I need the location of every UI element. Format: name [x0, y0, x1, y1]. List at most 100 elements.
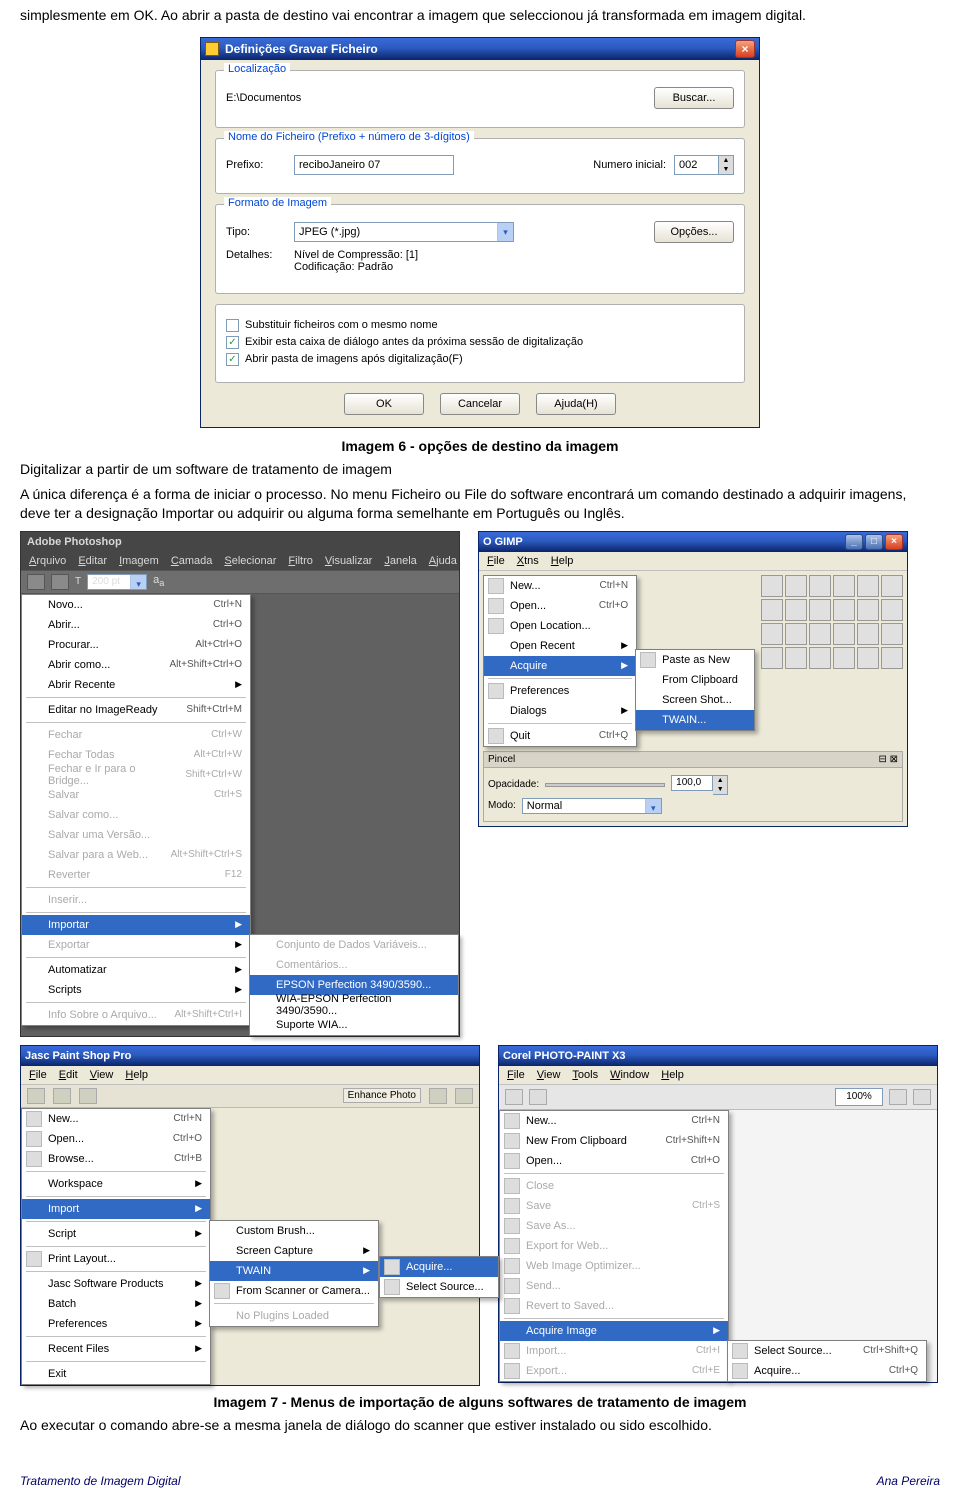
type-combo[interactable]: JPEG (*.jpg) ▾: [294, 222, 514, 242]
corel-zoom[interactable]: 100%: [835, 1088, 883, 1106]
prefix-input[interactable]: [294, 155, 454, 175]
cancel-button[interactable]: Cancelar: [440, 393, 520, 415]
menu-item[interactable]: Script▶: [22, 1224, 210, 1244]
minimize-icon[interactable]: _: [845, 534, 863, 550]
menubar-item[interactable]: Visualizar: [325, 555, 373, 567]
menu-item[interactable]: Open...Ctrl+O: [484, 596, 636, 616]
menu-item[interactable]: TWAIN▶: [210, 1261, 378, 1281]
corel-tool-icon[interactable]: [913, 1089, 931, 1105]
gimp-tool-icon[interactable]: [761, 575, 783, 597]
menu-item[interactable]: Open...Ctrl+O: [500, 1151, 728, 1171]
menubar-item[interactable]: Help: [125, 1069, 148, 1081]
menu-item[interactable]: Acquire▶: [484, 656, 636, 676]
gimp-tool-icon[interactable]: [833, 623, 855, 645]
menu-item[interactable]: Suporte WIA...: [250, 1015, 458, 1035]
ps-tool-icon[interactable]: [51, 574, 69, 590]
menu-item[interactable]: From Scanner or Camera...: [210, 1281, 378, 1301]
checkbox-replace[interactable]: [226, 319, 239, 332]
menu-item[interactable]: EPSON Perfection 3490/3590...: [250, 975, 458, 995]
gimp-tool-icon[interactable]: [881, 623, 903, 645]
menubar-item[interactable]: Edit: [59, 1069, 78, 1081]
menu-item[interactable]: Automatizar▶: [22, 960, 250, 980]
menubar-item[interactable]: File: [29, 1069, 47, 1081]
menu-item[interactable]: Procurar...Alt+Ctrl+O: [22, 635, 250, 655]
gimp-tool-icon[interactable]: [761, 647, 783, 669]
menu-item[interactable]: Preferences: [484, 681, 636, 701]
menu-item[interactable]: Scripts▶: [22, 980, 250, 1000]
menu-item[interactable]: Open...Ctrl+O: [22, 1129, 210, 1149]
menu-item[interactable]: Browse...Ctrl+B: [22, 1149, 210, 1169]
menubar-item[interactable]: Help: [551, 555, 574, 567]
menubar-item[interactable]: Tools: [572, 1069, 598, 1081]
menubar-item[interactable]: File: [507, 1069, 525, 1081]
gimp-tool-icon[interactable]: [857, 599, 879, 621]
menubar-item[interactable]: File: [487, 555, 505, 567]
psp-enhance-button[interactable]: Enhance Photo: [343, 1088, 421, 1103]
menu-item[interactable]: Abrir Recente▶: [22, 675, 250, 695]
gimp-tool-icon[interactable]: [809, 647, 831, 669]
menu-item[interactable]: Acquire Image▶: [500, 1321, 728, 1341]
corel-tool-icon[interactable]: [529, 1089, 547, 1105]
panel-controls-icon[interactable]: ⊟ ⊠: [878, 754, 898, 765]
browse-button[interactable]: Buscar...: [654, 87, 734, 109]
gimp-tool-icon[interactable]: [785, 647, 807, 669]
close-icon[interactable]: ×: [735, 40, 755, 58]
menu-item[interactable]: Jasc Software Products▶: [22, 1274, 210, 1294]
gimp-tool-icon[interactable]: [881, 647, 903, 669]
checkbox-openfolder[interactable]: ✓: [226, 353, 239, 366]
menu-item[interactable]: Workspace▶: [22, 1174, 210, 1194]
gimp-tool-icon[interactable]: [809, 599, 831, 621]
menubar-item[interactable]: Window: [610, 1069, 649, 1081]
menu-item[interactable]: Screen Shot...: [636, 690, 754, 710]
menubar-item[interactable]: Help: [661, 1069, 684, 1081]
gimp-tool-icon[interactable]: [833, 599, 855, 621]
psp-tool-icon[interactable]: [53, 1088, 71, 1104]
gimp-tool-icon[interactable]: [761, 623, 783, 645]
menubar-item[interactable]: Ajuda: [429, 555, 457, 567]
menu-item[interactable]: QuitCtrl+Q: [484, 726, 636, 746]
menubar-item[interactable]: Imagem: [119, 555, 159, 567]
chevron-down-icon[interactable]: ▾: [645, 799, 661, 813]
chevron-down-icon[interactable]: ▾: [130, 575, 146, 589]
menubar-item[interactable]: Editar: [78, 555, 107, 567]
menu-item[interactable]: Abrir como...Alt+Shift+Ctrl+O: [22, 655, 250, 675]
menu-item[interactable]: Acquire...: [380, 1257, 498, 1277]
gimp-tool-icon[interactable]: [785, 623, 807, 645]
menu-item[interactable]: Exit: [22, 1364, 210, 1384]
spin-down-icon[interactable]: ▼: [719, 165, 733, 174]
gimp-tool-icon[interactable]: [833, 575, 855, 597]
menu-item[interactable]: Recent Files▶: [22, 1339, 210, 1359]
menu-item[interactable]: Editar no ImageReadyShift+Ctrl+M: [22, 700, 250, 720]
ok-button[interactable]: OK: [344, 393, 424, 415]
gimp-tool-icon[interactable]: [881, 599, 903, 621]
corel-tool-icon[interactable]: [505, 1089, 523, 1105]
gimp-opacity-slider[interactable]: [545, 783, 665, 787]
menu-item[interactable]: Print Layout...: [22, 1249, 210, 1269]
ps-tool-icon[interactable]: [27, 574, 45, 590]
ps-fontsize[interactable]: 200 pt: [88, 576, 130, 587]
gimp-tool-icon[interactable]: [761, 599, 783, 621]
psp-tool-icon[interactable]: [429, 1088, 447, 1104]
start-num-input[interactable]: [674, 155, 719, 175]
menu-item[interactable]: Screen Capture▶: [210, 1241, 378, 1261]
menu-item[interactable]: New From ClipboardCtrl+Shift+N: [500, 1131, 728, 1151]
menu-item[interactable]: Open Location...: [484, 616, 636, 636]
chevron-down-icon[interactable]: ▾: [497, 223, 513, 241]
psp-tool-icon[interactable]: [79, 1088, 97, 1104]
menu-item[interactable]: Preferences▶: [22, 1314, 210, 1334]
menu-item[interactable]: Novo...Ctrl+N: [22, 595, 250, 615]
menu-item[interactable]: Abrir...Ctrl+O: [22, 615, 250, 635]
menubar-item[interactable]: Filtro: [288, 555, 312, 567]
menubar-item[interactable]: Arquivo: [29, 555, 66, 567]
menu-item[interactable]: Select Source...Ctrl+Shift+Q: [728, 1341, 926, 1361]
menu-item[interactable]: New...Ctrl+N: [484, 576, 636, 596]
menubar-item[interactable]: View: [90, 1069, 114, 1081]
menu-item[interactable]: Import▶: [22, 1199, 210, 1219]
gimp-opacity-input[interactable]: [671, 775, 713, 791]
gimp-tool-icon[interactable]: [809, 623, 831, 645]
spin-up-icon[interactable]: ▲: [719, 156, 733, 165]
psp-tool-icon[interactable]: [27, 1088, 45, 1104]
start-num-spinner[interactable]: ▲▼: [674, 155, 734, 175]
menu-item[interactable]: Acquire...Ctrl+Q: [728, 1361, 926, 1381]
gimp-tool-icon[interactable]: [833, 647, 855, 669]
